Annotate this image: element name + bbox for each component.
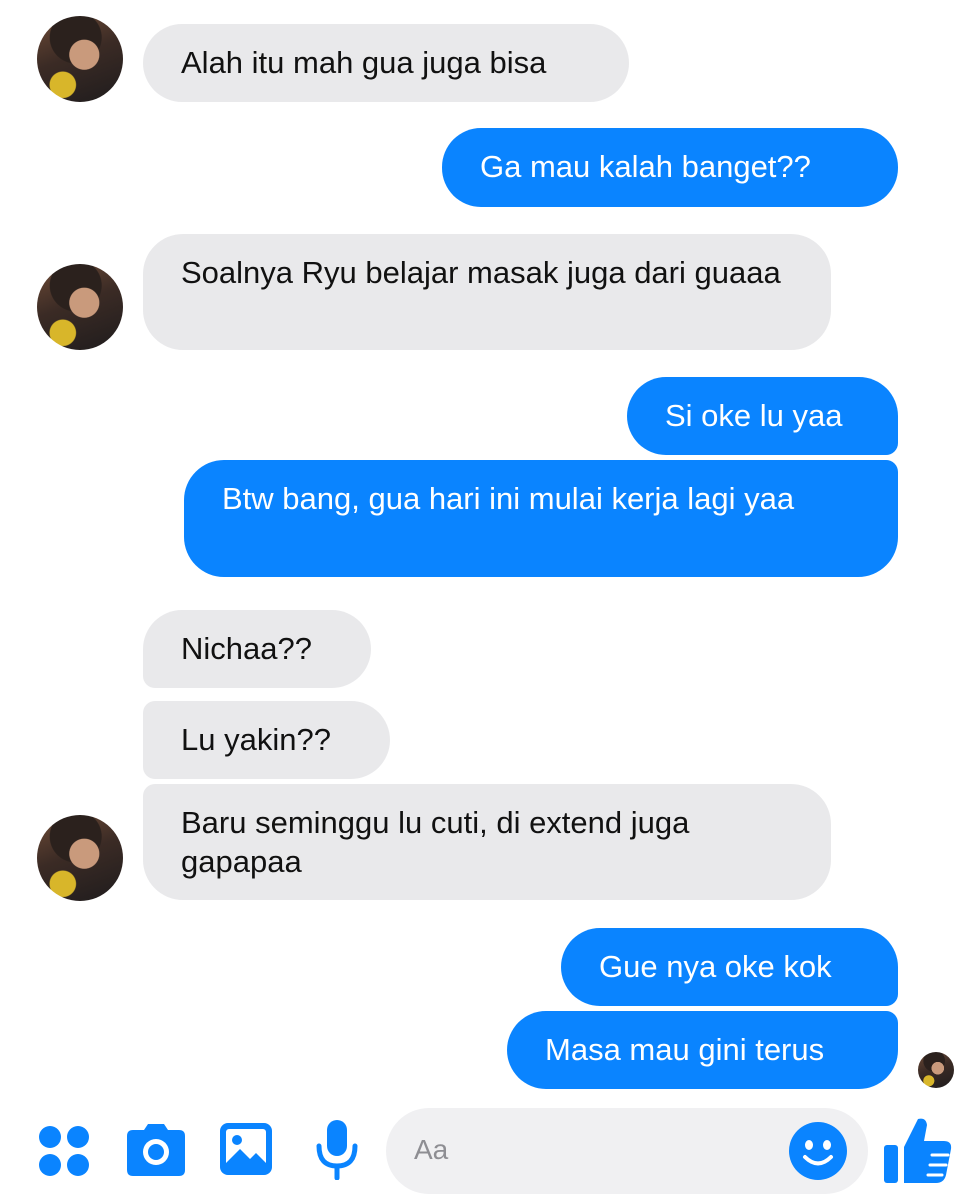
outgoing-message[interactable]: Masa mau gini terus (507, 1011, 898, 1089)
message-input-placeholder: Aa (414, 1134, 449, 1165)
message-input[interactable]: Aa (386, 1108, 868, 1194)
incoming-message[interactable]: Baru seminggu lu cuti, di extend juga ga… (143, 784, 831, 900)
outgoing-message[interactable]: Ga mau kalah banget?? (442, 128, 898, 207)
incoming-message[interactable]: Soalnya Ryu belajar masak juga dari guaa… (143, 234, 831, 350)
seen-receipt-avatar (918, 1052, 954, 1088)
message-text: Btw bang, gua hari ini mulai kerja lagi … (222, 481, 795, 516)
message-text: Nichaa?? (181, 631, 312, 666)
message-text: Soalnya Ryu belajar masak juga dari guaa… (181, 255, 781, 290)
message-text: Baru seminggu lu cuti, di extend juga ga… (181, 805, 690, 879)
message-text: Lu yakin?? (181, 722, 331, 757)
message-text: Gue nya oke kok (599, 949, 832, 984)
microphone-icon[interactable] (315, 1120, 359, 1181)
contact-avatar[interactable] (37, 16, 123, 102)
camera-icon[interactable] (127, 1124, 185, 1176)
outgoing-message[interactable]: Gue nya oke kok (561, 928, 898, 1006)
contact-avatar[interactable] (37, 815, 123, 901)
outgoing-message[interactable]: Btw bang, gua hari ini mulai kerja lagi … (184, 460, 898, 577)
message-text: Alah itu mah gua juga bisa (181, 45, 547, 80)
outgoing-message[interactable]: Si oke lu yaa (627, 377, 898, 455)
thumbs-up-icon[interactable] (882, 1113, 954, 1185)
message-text: Ga mau kalah banget?? (480, 149, 811, 184)
apps-icon[interactable] (38, 1125, 90, 1177)
contact-avatar[interactable] (37, 264, 123, 350)
message-text: Si oke lu yaa (665, 398, 843, 433)
incoming-message[interactable]: Alah itu mah gua juga bisa (143, 24, 629, 102)
message-text: Masa mau gini terus (545, 1032, 825, 1067)
emoji-icon[interactable] (788, 1121, 848, 1181)
incoming-message[interactable]: Lu yakin?? (143, 701, 390, 779)
gallery-icon[interactable] (220, 1123, 272, 1175)
incoming-message[interactable]: Nichaa?? (143, 610, 371, 688)
